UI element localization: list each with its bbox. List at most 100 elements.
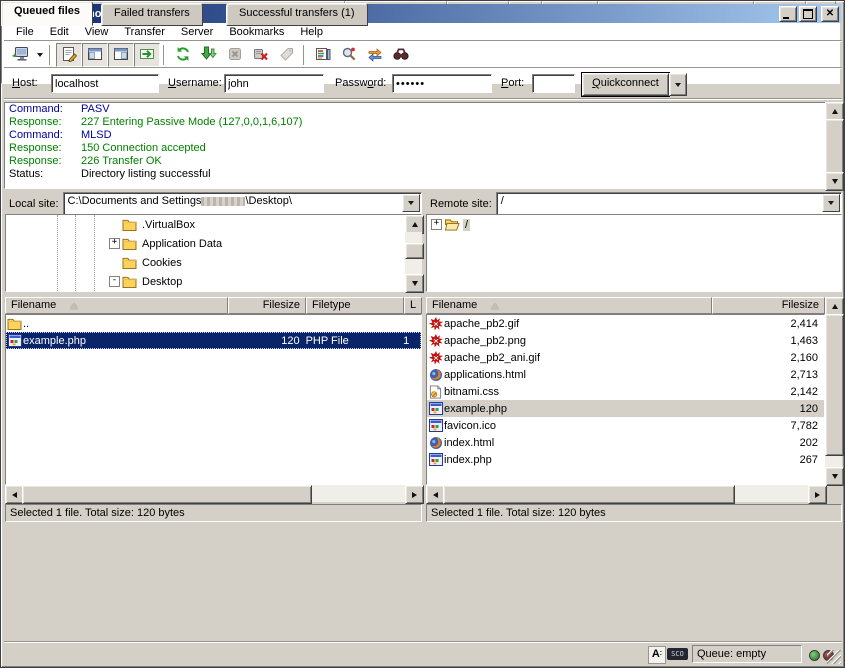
tree-item[interactable]: .VirtualBox [6,215,421,234]
local-hscrollbar[interactable] [5,485,422,502]
expand-icon[interactable]: + [431,219,442,230]
menu-file[interactable]: File [8,24,42,40]
toolbar-disconnect-button[interactable] [248,43,274,67]
remote-hscrollbar[interactable] [426,485,825,502]
scroll-right-button[interactable] [405,485,424,504]
toolbar-toggle-remote-tree-button[interactable] [108,43,134,67]
speed-limit-indicator-icon[interactable]: SCO [667,648,688,660]
password-input[interactable] [392,74,492,93]
scrollbar-thumb[interactable] [825,314,844,456]
scrollbar-thumb[interactable] [443,485,735,504]
toolbar-find-button[interactable] [388,43,414,67]
menu-server[interactable]: Server [173,24,221,40]
host-input[interactable] [51,74,159,93]
toolbar-site-manager-dropdown[interactable] [33,44,46,66]
log-line: Command:MLSD [5,129,841,142]
file-row[interactable]: apache_pb2_ani.gif2,160 [427,349,824,366]
menu-edit[interactable]: Edit [42,24,77,40]
file-row[interactable]: index.html202 [427,434,824,451]
toolbar-process-queue-button[interactable] [196,43,222,67]
tree-item-label[interactable]: Application Data [140,238,224,250]
file-row[interactable]: applications.html2,713 [427,366,824,383]
scroll-down-button[interactable] [405,274,424,293]
port-input[interactable] [532,74,575,93]
toolbar-filter-button[interactable] [310,43,336,67]
data-type-indicator-icon[interactable]: A: [648,646,666,664]
toolbar-sync-browse-button[interactable] [362,43,388,67]
file-row[interactable]: index.php267 [427,451,824,468]
toolbar-refresh-button[interactable] [170,43,196,67]
toolbar-compare-button[interactable] [336,43,362,67]
column-header-filetype[interactable]: Filetype [306,297,404,314]
column-header-filename[interactable]: Filename [426,297,712,314]
tree-item-label[interactable]: .VirtualBox [140,219,197,231]
arrow-down-icon [412,281,418,286]
column-header-filesize[interactable]: Filesize [228,297,306,314]
filename-label: applications.html [444,369,526,381]
tree-item-label[interactable]: Desktop [140,276,184,288]
local-tree-scrollbar[interactable] [405,215,422,291]
toolbar-reconnect-button[interactable] [274,43,300,67]
menu-view[interactable]: View [77,24,117,40]
toolbar-separator [303,45,307,65]
remote-list-scrollbar[interactable] [825,297,842,484]
port-label: Port: [501,77,524,89]
local-site-combo[interactable]: C:\Documents and Settings\Desktop\ [63,192,422,216]
tree-item[interactable]: Cookies [6,253,421,272]
password-label: Password: [335,77,386,89]
php-icon [6,334,23,347]
local-site-dropdown-button[interactable] [402,194,420,212]
file-row[interactable]: example.php120PHP File1 [6,332,421,349]
scroll-right-button[interactable] [808,485,827,504]
column-header-l[interactable]: L [404,297,422,314]
menu-transfer[interactable]: Transfer [116,24,173,40]
toolbar-toggle-local-tree-button[interactable] [82,43,108,67]
column-header-filesize[interactable]: Filesize [712,297,825,314]
arrow-up-icon [412,222,418,227]
arrow-up-icon [832,304,838,309]
username-input[interactable] [224,74,324,93]
menu-help[interactable]: Help [292,24,331,40]
log-scrollbar[interactable] [825,102,842,189]
file-row[interactable]: apache_pb2.png1,463 [427,332,824,349]
remote-site-combo[interactable]: / [496,192,842,216]
tab-successful-transfers-1[interactable]: Successful transfers (1) [226,3,368,26]
column-header-filename[interactable]: Filename [5,297,228,314]
toolbar-cancel-button[interactable] [222,43,248,67]
toolbar-toggle-log-button[interactable] [56,43,82,67]
menu-bookmarks[interactable]: Bookmarks [221,24,292,40]
chevron-down-icon [675,83,681,87]
scrollbar-thumb[interactable] [405,243,424,259]
file-row[interactable]: favicon.ico7,782 [427,417,824,434]
maximize-button[interactable] [799,6,817,22]
log-line-message: 227 Entering Passive Mode (127,0,0,1,6,1… [81,116,302,129]
toolbar-site-manager-button[interactable] [7,43,33,67]
scroll-down-button[interactable] [825,467,844,486]
folder-open-icon [444,218,460,234]
image-broken-icon [427,334,444,348]
collapse-icon[interactable]: - [109,276,120,287]
quickconnect-dropdown-button[interactable] [669,73,687,96]
resize-grip[interactable] [827,650,841,664]
remote-site-dropdown-button[interactable] [822,194,840,212]
file-row[interactable]: example.php120 [427,400,824,417]
file-row[interactable]: apache_pb2.gif2,414 [427,315,824,332]
tab-queued-files[interactable]: Queued files [1,1,93,26]
minimize-button[interactable] [779,6,797,22]
scroll-down-button[interactable] [825,172,844,191]
tree-item[interactable]: - Desktop [6,272,421,291]
tree-item-label[interactable]: / [463,219,470,231]
scrollbar-thumb[interactable] [22,485,312,504]
scrollbar-thumb[interactable] [825,119,844,174]
toolbar-toggle-queue-button[interactable] [134,43,160,67]
tree-item[interactable]: +/ [427,215,841,234]
expand-icon[interactable]: + [109,238,120,249]
tab-failed-transfers[interactable]: Failed transfers [101,3,203,26]
filesize-cell [228,315,306,332]
close-button[interactable]: ✕ [821,6,839,22]
file-row[interactable]: bitnami.css2,142 [427,383,824,400]
file-row[interactable]: .. [6,315,421,332]
tree-item-label[interactable]: Cookies [140,257,184,269]
quickconnect-button[interactable]: Quickconnect [582,73,669,96]
tree-item[interactable]: + Application Data [6,234,421,253]
